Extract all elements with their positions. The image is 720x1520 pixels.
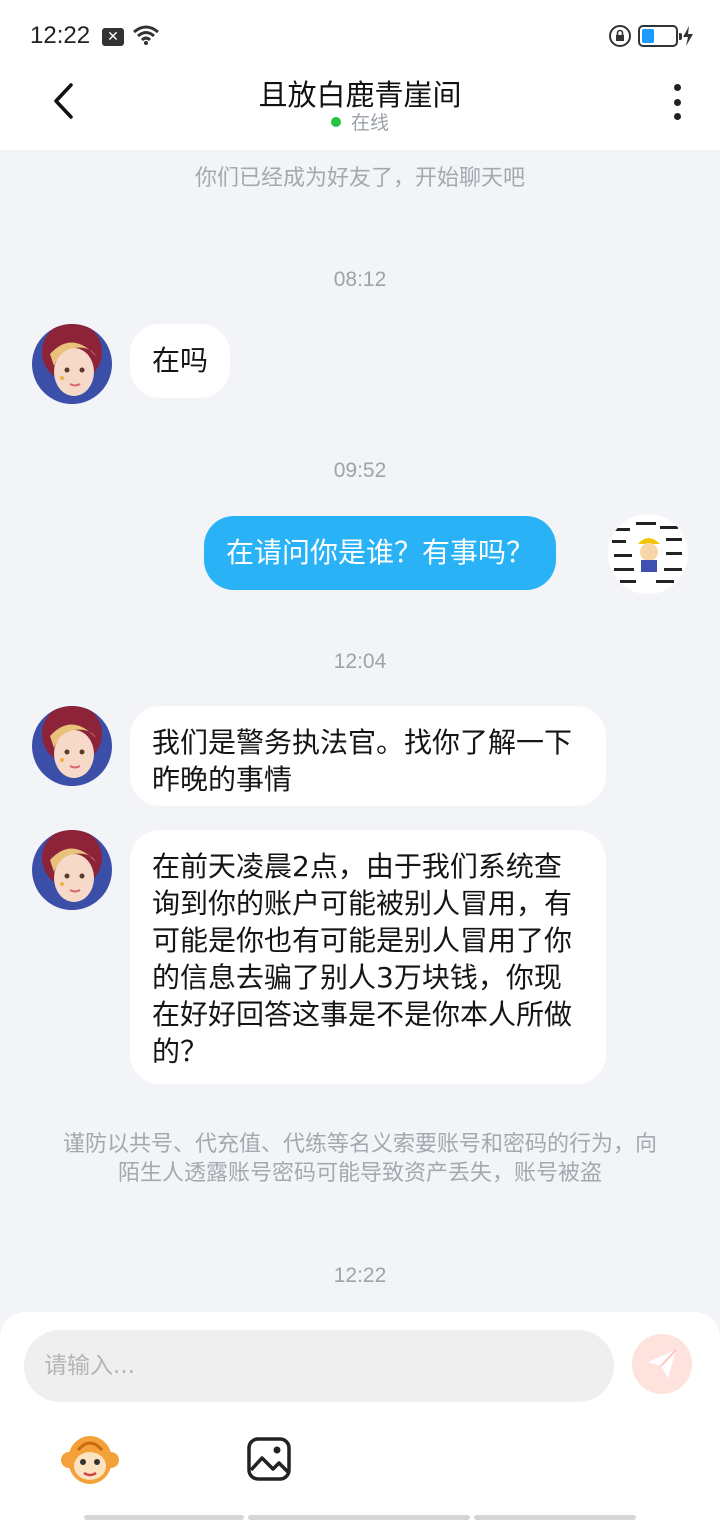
online-status-label: 在线 [350, 112, 389, 134]
rotation-lock-icon [609, 25, 631, 47]
timestamp: 12:22 [333, 1264, 387, 1287]
timestamp: 08:12 [333, 268, 387, 291]
contact-avatar[interactable] [32, 706, 112, 786]
timestamp: 12:04 [333, 650, 387, 673]
send-button[interactable] [632, 1334, 692, 1394]
close-box-icon: ✕ [102, 28, 124, 46]
my-avatar[interactable] [608, 514, 688, 594]
sticker-button[interactable] [60, 1432, 120, 1488]
status-bar: 12:22 ✕ [0, 0, 720, 72]
message-input[interactable] [24, 1330, 614, 1402]
status-time: 12:22 [30, 22, 91, 49]
battery-icon [638, 25, 682, 47]
wifi-icon [133, 25, 159, 45]
message-bubble-incoming[interactable]: 在前天凌晨2点，由于我们系统查询到你的账户可能被别人冒用，有可能是你也有可能是别… [130, 830, 606, 1084]
timestamp: 09:52 [333, 459, 387, 482]
contact-avatar[interactable] [32, 324, 112, 404]
contact-avatar[interactable] [32, 830, 112, 910]
message-bubble-incoming[interactable]: 我们是警务执法官。找你了解一下昨晚的事情 [130, 706, 606, 806]
charging-bolt-icon [683, 26, 693, 46]
image-icon [247, 1437, 291, 1481]
online-status: 在线 [0, 108, 720, 135]
message-bubble-incoming[interactable]: 在吗 [130, 324, 231, 398]
paper-plane-icon [648, 1349, 677, 1378]
friend-notice: 你们已经成为好友了，开始聊天吧 [194, 166, 525, 191]
online-dot-icon [330, 116, 341, 127]
image-button[interactable] [246, 1436, 294, 1484]
safety-warning: 谨防以共号、代充值、代练等名义索要账号和密码的行为，向陌生人透露账号密码可能导致… [62, 1132, 657, 1186]
nav-bar-segment [248, 1515, 470, 1520]
more-vertical-icon [673, 84, 681, 91]
message-composer [0, 1312, 720, 1520]
nav-bar-segment [474, 1515, 636, 1520]
nav-bar-segment [84, 1515, 244, 1520]
chat-header: 且放白鹿青崖间 在线 [0, 72, 720, 150]
monkey-sticker-icon [61, 1436, 119, 1484]
more-options-button[interactable] [660, 82, 694, 122]
message-bubble-outgoing[interactable]: 在请问你是谁？有事吗？ [204, 516, 557, 590]
